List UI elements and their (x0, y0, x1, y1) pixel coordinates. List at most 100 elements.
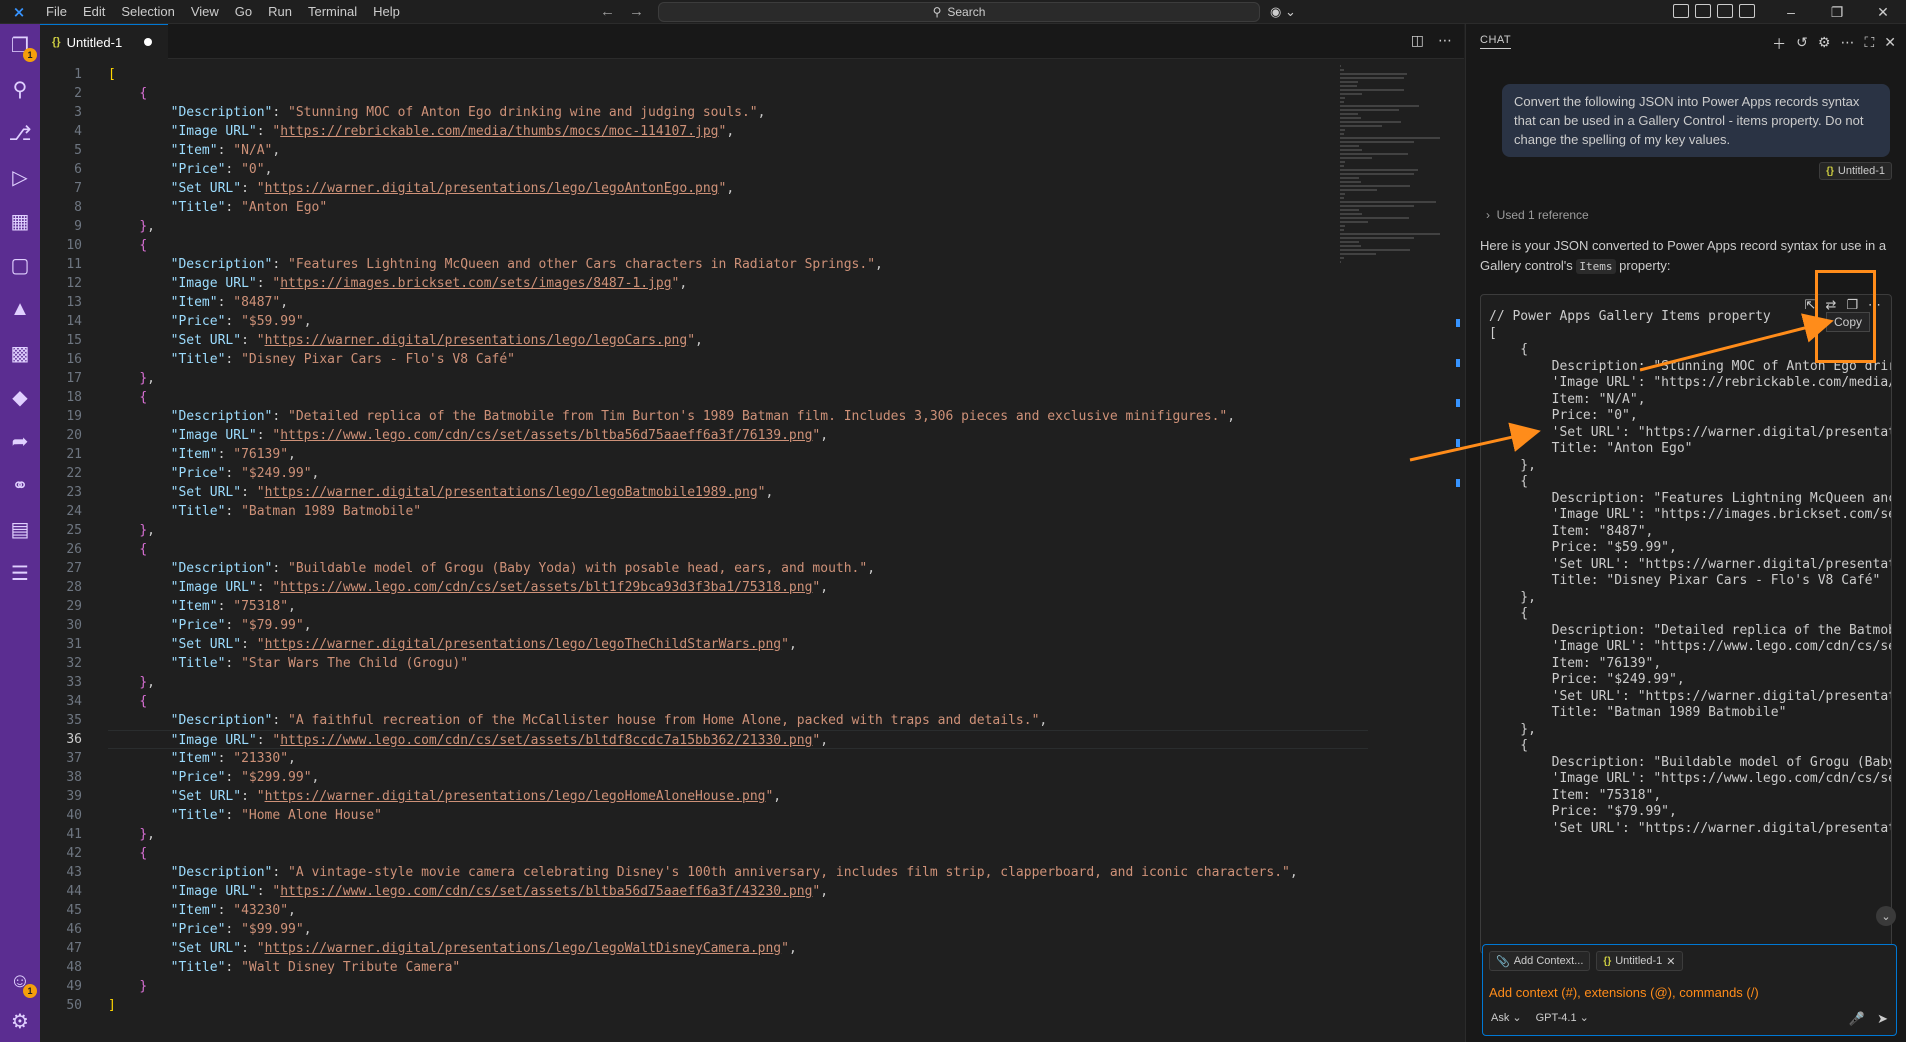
chat-title[interactable]: CHAT (1480, 34, 1512, 49)
new-chat-icon[interactable]: ＋ (1772, 34, 1786, 54)
chat-more-icon[interactable]: ⋯ (1840, 34, 1854, 54)
code-line[interactable]: "Description": "Detailed replica of the … (108, 407, 1368, 426)
code-line[interactable]: "Set URL": "https://warner.digital/prese… (108, 179, 1368, 198)
more-actions-icon[interactable]: ⋯ (1438, 32, 1452, 49)
code-line[interactable]: { (108, 388, 1368, 407)
code-line[interactable]: "Description": "Buildable model of Grogu… (108, 559, 1368, 578)
source-control-icon[interactable]: ⎇ (7, 120, 33, 146)
tab-untitled-1[interactable]: {} Untitled-1 (40, 24, 168, 59)
close-chat-icon[interactable]: ✕ (1884, 34, 1896, 54)
code-line[interactable]: "Description": "A vintage-style movie ca… (108, 863, 1368, 882)
code-line[interactable]: "Price": "$249.99", (108, 464, 1368, 483)
toggle-sidebar-icon[interactable] (1695, 4, 1711, 18)
maximize-icon[interactable]: ⛶ (1864, 34, 1874, 54)
code-line[interactable]: } (108, 977, 1368, 996)
restore-icon[interactable]: ❐ (1814, 0, 1860, 24)
code-line[interactable]: "Image URL": "https://www.lego.com/cdn/c… (108, 730, 1368, 749)
used-reference-toggle[interactable]: › Used 1 reference (1486, 208, 1589, 222)
code-line[interactable]: "Image URL": "https://www.lego.com/cdn/c… (108, 426, 1368, 445)
back-arrow-icon[interactable]: ← (600, 0, 615, 24)
command-center-search[interactable]: ⚲ Search (658, 2, 1260, 22)
code-line[interactable]: }, (108, 369, 1368, 388)
remove-context-icon[interactable]: ✕ (1666, 955, 1675, 968)
close-window-icon[interactable]: ✕ (1860, 0, 1906, 24)
minimap[interactable] (1340, 65, 1450, 263)
menu-view[interactable]: View (183, 0, 227, 24)
copilot-menu-icon[interactable]: ◉ ⌄ (1270, 0, 1296, 24)
code-line[interactable]: "Set URL": "https://warner.digital/prese… (108, 787, 1368, 806)
accounts-icon[interactable]: ☺ 1 (7, 968, 37, 998)
code-line[interactable]: "Set URL": "https://warner.digital/prese… (108, 635, 1368, 654)
output-icon[interactable]: ☰ (7, 560, 33, 586)
toggle-secondary-sidebar-icon[interactable] (1739, 4, 1755, 18)
azure-icon[interactable]: ▲ (7, 296, 33, 322)
code-line[interactable]: "Description": "Features Lightning McQue… (108, 255, 1368, 274)
history-icon[interactable]: ↺ (1796, 34, 1808, 54)
folder-icon[interactable]: ▤ (7, 516, 33, 542)
menu-edit[interactable]: Edit (75, 0, 113, 24)
mode-select[interactable]: Ask ⌄ (1491, 1011, 1522, 1024)
menu-run[interactable]: Run (260, 0, 300, 24)
copilot-view-icon[interactable]: ⚭ (7, 472, 33, 498)
minimize-icon[interactable]: – (1768, 0, 1814, 24)
code-line[interactable]: "Title": "Home Alone House" (108, 806, 1368, 825)
code-line[interactable]: "Price": "$299.99", (108, 768, 1368, 787)
apply-in-editor-icon[interactable]: ⇱ (1805, 297, 1816, 313)
code-line[interactable]: "Price": "$59.99", (108, 312, 1368, 331)
split-editor-icon[interactable]: ◫ (1411, 32, 1424, 49)
code-line[interactable]: "Title": "Star Wars The Child (Grogu)" (108, 654, 1368, 673)
code-line[interactable]: "Title": "Anton Ego" (108, 198, 1368, 217)
code-line[interactable]: "Image URL": "https://www.lego.com/cdn/c… (108, 882, 1368, 901)
code-line[interactable]: { (108, 236, 1368, 255)
code-line[interactable]: "Item": "75318", (108, 597, 1368, 616)
customize-layout-icon[interactable] (1673, 4, 1689, 18)
code-line[interactable]: ] (108, 996, 1368, 1015)
overview-ruler[interactable] (1452, 59, 1464, 1042)
menu-go[interactable]: Go (227, 0, 260, 24)
menu-help[interactable]: Help (365, 0, 408, 24)
microphone-icon[interactable]: 🎤 (1849, 1011, 1865, 1027)
pnp-icon[interactable]: ◆ (7, 384, 33, 410)
code-line[interactable]: "Item": "8487", (108, 293, 1368, 312)
code-line[interactable]: "Item": "43230", (108, 901, 1368, 920)
code-line[interactable]: "Title": "Disney Pixar Cars - Flo's V8 C… (108, 350, 1368, 369)
code-line[interactable]: "Price": "$79.99", (108, 616, 1368, 635)
code-line[interactable]: }, (108, 217, 1368, 236)
code-line[interactable]: }, (108, 521, 1368, 540)
code-line[interactable]: "Item": "N/A", (108, 141, 1368, 160)
power-platform-icon[interactable]: ▩ (7, 340, 33, 366)
toggle-panel-icon[interactable] (1717, 4, 1733, 18)
code-line[interactable]: "Set URL": "https://warner.digital/prese… (108, 939, 1368, 958)
explorer-icon[interactable]: ❐ 1 (7, 32, 37, 62)
extensions-icon[interactable]: ▦ (7, 208, 33, 234)
code-line[interactable]: "Set URL": "https://warner.digital/prese… (108, 331, 1368, 350)
chat-input-box[interactable]: 📎 Add Context... {} Untitled-1 ✕ Add con… (1482, 944, 1897, 1036)
add-context-button[interactable]: 📎 Add Context... (1489, 951, 1591, 971)
settings-gear-icon[interactable]: ⚙ (1818, 34, 1831, 54)
scroll-down-icon[interactable]: ⌄ (1876, 906, 1896, 926)
code-line[interactable]: [ (108, 65, 1368, 84)
unsaved-dot-icon[interactable] (144, 38, 153, 46)
code-line[interactable]: { (108, 692, 1368, 711)
reference-chip[interactable]: {} Untitled-1 (1819, 162, 1892, 180)
code-line[interactable]: "Image URL": "https://rebrickable.com/me… (108, 122, 1368, 141)
code-line[interactable]: "Item": "21330", (108, 749, 1368, 768)
context-file-chip[interactable]: {} Untitled-1 ✕ (1596, 951, 1683, 971)
code-line[interactable]: "Image URL": "https://www.lego.com/cdn/c… (108, 578, 1368, 597)
code-line[interactable]: { (108, 844, 1368, 863)
menu-selection[interactable]: Selection (113, 0, 182, 24)
code-line[interactable]: { (108, 540, 1368, 559)
code-line[interactable]: "Description": "A faithful recreation of… (108, 711, 1368, 730)
code-line[interactable]: "Description": "Stunning MOC of Anton Eg… (108, 103, 1368, 122)
response-code-block[interactable]: ⇱ ⇄ ❐ ⋯ // Power Apps Gallery Items prop… (1480, 294, 1892, 954)
menu-terminal[interactable]: Terminal (300, 0, 365, 24)
code-editor[interactable]: 1 2 3 4 5 6 7 8 9 10 11 12 13 14 15 16 17 18 19 20 21 22 23 24 2… (40, 59, 1464, 1042)
chat-input-placeholder[interactable]: Add context (#), extensions (@), command… (1489, 985, 1759, 1000)
code-line[interactable]: }, (108, 673, 1368, 692)
run-debug-icon[interactable]: ▷ (7, 164, 33, 190)
code-line[interactable]: "Price": "$99.99", (108, 920, 1368, 939)
code-line[interactable]: }, (108, 825, 1368, 844)
remote-explorer-icon[interactable]: ▢ (7, 252, 33, 278)
search-view-icon[interactable]: ⚲ (7, 76, 33, 102)
manage-gear-icon[interactable]: ⚙ (7, 1008, 33, 1034)
